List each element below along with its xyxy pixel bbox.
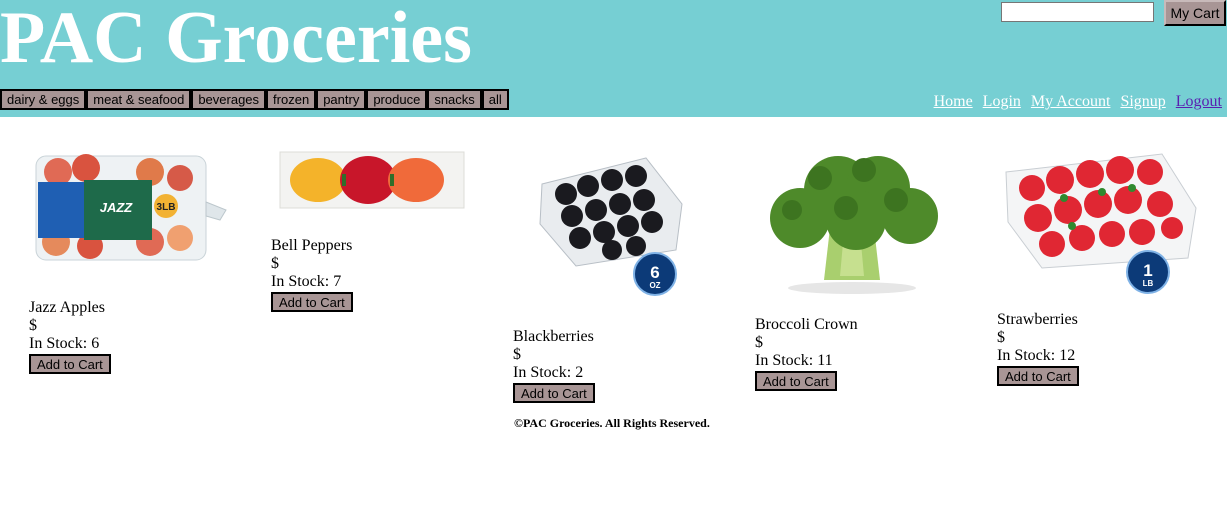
product-card-jazz-apples: Jazz Apples $ In Stock: 6 Add to Cart [29,299,229,374]
product-name: Strawberries [997,311,1078,328]
site-header: PAC Groceries My Cart dairy & eggs meat … [0,0,1227,117]
bell-peppers-image[interactable] [278,150,468,212]
blackberries-size-badge-number: 6 [650,263,659,282]
footer-copyright: ©PAC Groceries. All Rights Reserved. [514,416,710,430]
product-name: Broccoli Crown [755,316,858,333]
product-price: $ [755,334,763,351]
product-stock: In Stock: 11 [755,352,833,369]
product-card-blackberries: Blackberries $ In Stock: 2 Add to Cart [513,328,713,403]
category-nav: dairy & eggs meat & seafood beverages fr… [0,89,509,110]
blackberries-size-badge-unit: OZ [649,281,660,290]
category-produce-button[interactable]: produce [366,89,428,110]
nav-link-home[interactable]: Home [934,93,973,111]
product-stock: In Stock: 2 [513,364,584,381]
add-to-cart-button[interactable]: Add to Cart [755,371,837,391]
product-price: $ [997,329,1005,346]
product-stock: In Stock: 7 [271,273,342,290]
nav-link-signup[interactable]: Signup [1120,93,1165,111]
product-price: $ [271,255,279,272]
strawberries-image[interactable]: 1 LB [1002,148,1198,298]
product-name: Blackberries [513,328,594,345]
add-to-cart-button[interactable]: Add to Cart [271,292,353,312]
strawberries-size-badge-number: 1 [1143,261,1152,280]
nav-link-my-account[interactable]: My Account [1031,93,1111,111]
product-name: Jazz Apples [29,299,105,316]
account-nav: Home Login My Account Signup Logout [934,93,1222,111]
strawberries-size-badge-unit: LB [1143,279,1154,288]
category-beverages-button[interactable]: beverages [191,89,267,110]
product-stock: In Stock: 12 [997,347,1076,364]
broccoli-image[interactable] [760,148,944,300]
product-card-bell-peppers: Bell Peppers $ In Stock: 7 Add to Cart [271,237,471,312]
product-price: $ [513,346,521,363]
apples-bag-image[interactable]: JAZZ 3LB [30,150,230,266]
nav-link-logout[interactable]: Logout [1176,93,1222,111]
category-all-button[interactable]: all [481,89,509,110]
search-input[interactable] [1001,2,1154,22]
apples-weight-badge: 3LB [157,202,176,213]
category-meat-seafood-button[interactable]: meat & seafood [86,89,192,110]
add-to-cart-button[interactable]: Add to Cart [997,366,1079,386]
category-snacks-button[interactable]: snacks [427,89,482,110]
product-card-broccoli-crown: Broccoli Crown $ In Stock: 11 Add to Car… [755,316,955,391]
svg-text:JAZZ: JAZZ [100,200,134,215]
product-card-strawberries: Strawberries $ In Stock: 12 Add to Cart [997,311,1197,386]
product-name: Bell Peppers [271,237,353,254]
add-to-cart-button[interactable]: Add to Cart [513,383,595,403]
category-dairy-eggs-button[interactable]: dairy & eggs [0,89,87,110]
product-stock: In Stock: 6 [29,335,100,352]
my-cart-button[interactable]: My Cart [1164,0,1226,26]
category-pantry-button[interactable]: pantry [316,89,367,110]
product-price: $ [29,317,37,334]
nav-link-login[interactable]: Login [983,93,1021,111]
add-to-cart-button[interactable]: Add to Cart [29,354,111,374]
category-frozen-button[interactable]: frozen [266,89,317,110]
blackberries-image[interactable]: 6 OZ [536,154,686,300]
site-title: PAC Groceries [0,0,472,79]
